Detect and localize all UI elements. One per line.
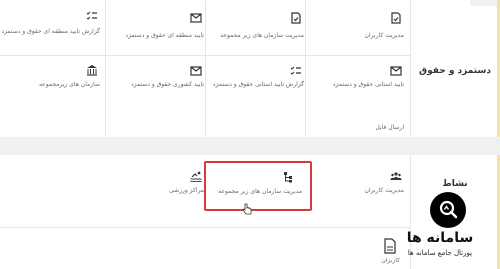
checklist-icon xyxy=(290,65,302,77)
tile-activity-subsidiary-management[interactable]: مدیریت سازمان های زیر مجموعه xyxy=(204,161,312,211)
brand-tagline: پورتال جامع سامانه ها xyxy=(407,249,473,257)
document-check-icon xyxy=(390,12,402,24)
divider xyxy=(0,227,410,228)
tile-provincial-approval-report[interactable]: گزارش تایید استانی حقوق و دستمزد xyxy=(210,60,310,120)
tile-send-file[interactable]: ارسال فایل xyxy=(310,110,410,137)
tile-user-management[interactable]: مدیریت کاربران xyxy=(310,6,410,66)
tile-subsidiaries[interactable]: سازمان های زیرمجموعه xyxy=(6,60,106,120)
salary-section-title: دستمزد و حقوق xyxy=(419,66,491,76)
tile-label: تایید استانی حقوق و دستمزد xyxy=(332,81,404,88)
envelope-icon xyxy=(390,65,402,77)
brand-name: سامانه ها xyxy=(406,230,474,246)
tile-label: مدیریت سازمان های زیر مجموعه xyxy=(218,188,302,195)
tile-sport-centers[interactable]: مراکز ورزشی xyxy=(110,160,210,220)
tile-national-approval[interactable]: تایید کشوری حقوق و دستمزد xyxy=(110,60,210,120)
hand-cursor-icon xyxy=(242,200,252,215)
tile-regional-approval-report[interactable]: گزارش تایید منطقه ای حقوق و دستمزد xyxy=(1,6,106,66)
activity-section-title: نشاط xyxy=(442,179,468,189)
tile-label: مدیریت کاربران xyxy=(364,32,404,39)
swimming-icon xyxy=(190,170,202,182)
tile-label: ارسال فایل xyxy=(375,124,404,131)
tile-label: سازمان های زیرمجموعه xyxy=(38,81,100,88)
envelope-icon xyxy=(190,65,202,77)
tile-label: گزارش تایید منطقه ای حقوق و دستمزد xyxy=(1,28,100,35)
tile-subsidiary-management[interactable]: مدیریت سازمان های زیر مجموعه xyxy=(210,6,310,66)
tile-label: مدیریت سازمان های زیر مجموعه xyxy=(220,32,304,39)
users-icon xyxy=(390,170,402,182)
tile-label: تایید منطقه ای حقوق و دستمزد xyxy=(125,32,204,39)
tile-label: تایید کشوری حقوق و دستمزد xyxy=(130,81,204,88)
document-check-icon xyxy=(290,12,302,24)
hierarchy-icon xyxy=(282,171,294,183)
envelope-icon xyxy=(190,12,202,24)
divider xyxy=(410,0,411,137)
tile-label: گزارش تایید استانی حقوق و دستمزد xyxy=(212,81,304,88)
tile-label: مراکز ورزشی xyxy=(169,187,204,194)
tile-regional-approval[interactable]: تایید منطقه ای حقوق و دستمزد xyxy=(110,6,210,66)
bank-icon xyxy=(86,64,98,76)
magnifier-icon xyxy=(430,192,466,228)
checklist-icon xyxy=(86,10,98,22)
brand-watermark: سامانه ها پورتال جامع سامانه ها xyxy=(378,192,500,269)
section-gap xyxy=(0,137,500,155)
